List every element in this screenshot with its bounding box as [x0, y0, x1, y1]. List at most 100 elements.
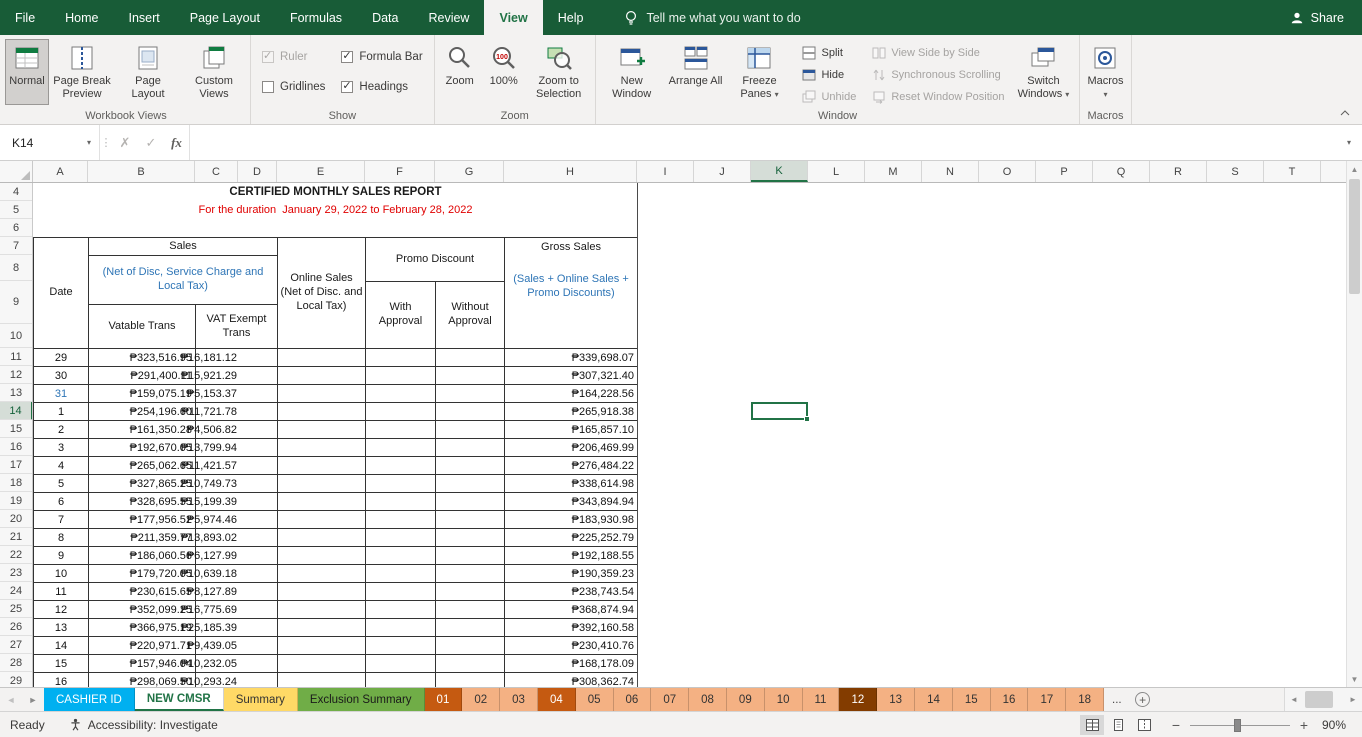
row-header-29[interactable]: 29 — [0, 672, 32, 687]
share-button[interactable]: Share — [1272, 0, 1362, 35]
sheet-tab-02[interactable]: 02 — [462, 688, 501, 711]
cell-vat-exempt[interactable]: ₱11,721.78 — [182, 403, 278, 421]
zoom-button[interactable]: Zoom — [438, 39, 482, 105]
active-cell-selection[interactable] — [751, 402, 810, 422]
row-header-24[interactable]: 24 — [0, 582, 32, 600]
cell-promo-with[interactable] — [366, 673, 436, 687]
row-header-26[interactable]: 26 — [0, 618, 32, 636]
cell-gross[interactable]: ₱183,930.98 — [505, 511, 638, 529]
column-header-O[interactable]: O — [979, 161, 1036, 182]
cell-promo-with[interactable] — [366, 457, 436, 475]
normal-view-button[interactable]: Normal — [5, 39, 49, 105]
cell-online-sales[interactable] — [278, 457, 366, 475]
header-vat-exempt-trans[interactable]: VAT Exempt Trans — [196, 305, 278, 349]
cell-promo-with[interactable] — [366, 529, 436, 547]
sheet-nav-next-icon[interactable]: ► — [22, 688, 44, 711]
cell-promo-without[interactable] — [436, 403, 505, 421]
fill-handle[interactable] — [804, 416, 810, 422]
sheet-tab-cashier-id[interactable]: CASHIER ID — [44, 688, 135, 711]
cell-gross[interactable]: ₱368,874.94 — [505, 601, 638, 619]
name-box[interactable]: K14 ▾ — [0, 125, 100, 160]
sheet-tab-new-cmsr[interactable]: NEW CMSR — [134, 688, 224, 711]
sheet-tab-03[interactable]: 03 — [500, 688, 538, 711]
cell-online-sales[interactable] — [278, 439, 366, 457]
cell-promo-without[interactable] — [436, 385, 505, 403]
cell-online-sales[interactable] — [278, 637, 366, 655]
formula-bar-expand-icon[interactable]: ▾ — [1336, 125, 1362, 160]
cell-online-sales[interactable] — [278, 349, 366, 367]
cell-gross[interactable]: ₱392,160.58 — [505, 619, 638, 637]
row-header-11[interactable]: 11 — [0, 348, 32, 366]
header-gross-sales[interactable]: Gross Sales (Sales + Online Sales + Prom… — [505, 238, 638, 349]
zoom-out-button[interactable]: − — [1170, 717, 1182, 733]
scroll-left-icon[interactable]: ◄ — [1285, 688, 1303, 711]
cell-promo-with[interactable] — [366, 547, 436, 565]
cell-online-sales[interactable] — [278, 529, 366, 547]
sheet-tab-15[interactable]: 15 — [952, 688, 991, 711]
cell-promo-with[interactable] — [366, 655, 436, 673]
split-button[interactable]: Split — [798, 43, 860, 62]
sheet-tab-04[interactable]: 04 — [537, 688, 576, 711]
cancel-button[interactable]: ✗ — [112, 125, 138, 160]
sheet-tab-18[interactable]: 18 — [1066, 688, 1105, 711]
zoom-100-button[interactable]: 100 100% — [482, 39, 526, 105]
cell-promo-with[interactable] — [366, 583, 436, 601]
column-header-I[interactable]: I — [637, 161, 694, 182]
cell-date[interactable]: 15 — [34, 655, 89, 673]
cell-vat-exempt[interactable]: ₱10,293.24 — [181, 673, 278, 687]
sheet-tab-11[interactable]: 11 — [802, 688, 840, 711]
page-break-preview-button[interactable]: Page Break Preview — [49, 39, 115, 105]
cell-promo-without[interactable] — [436, 565, 505, 583]
cell-date[interactable]: 2 — [34, 421, 89, 439]
cell-gross[interactable]: ₱225,252.79 — [505, 529, 638, 547]
ribbon-tab-help[interactable]: Help — [543, 0, 599, 35]
vertical-scroll-thumb[interactable] — [1349, 179, 1360, 294]
formula-input[interactable] — [190, 125, 1336, 160]
cell-date[interactable]: 1 — [34, 403, 89, 421]
cell-vat-exempt[interactable]: ₱10,639.18 — [181, 565, 278, 583]
sheet-tab-13[interactable]: 13 — [877, 688, 916, 711]
report-title[interactable]: CERTIFIED MONTHLY SALES REPORT — [33, 183, 638, 201]
view-side-by-side-button[interactable]: View Side by Side — [868, 43, 1008, 62]
insert-function-button[interactable]: fx — [164, 125, 190, 160]
cell-vatable[interactable]: ₱186,060.56 — [89, 547, 196, 565]
row-header-17[interactable]: 17 — [0, 456, 32, 474]
row-header-10[interactable]: 10 — [0, 324, 32, 348]
cell-vat-exempt[interactable]: ₱9,439.05 — [187, 637, 278, 655]
name-box-caret-icon[interactable]: ▾ — [87, 138, 99, 147]
column-header-H[interactable]: H — [504, 161, 637, 182]
cell-promo-without[interactable] — [436, 493, 505, 511]
cell-promo-with[interactable] — [366, 637, 436, 655]
cell-gross[interactable]: ₱168,178.09 — [505, 655, 638, 673]
scroll-down-icon[interactable]: ▼ — [1347, 671, 1362, 687]
new-sheet-button[interactable]: + — [1130, 688, 1156, 711]
row-header-8[interactable]: 8 — [0, 255, 32, 281]
page-break-view-toggle[interactable] — [1132, 715, 1156, 735]
header-sales-note[interactable]: (Net of Disc, Service Charge and Local T… — [89, 256, 278, 305]
cell-promo-with[interactable] — [366, 439, 436, 457]
select-all-corner[interactable] — [0, 161, 33, 182]
cell-promo-with[interactable] — [366, 511, 436, 529]
unhide-button[interactable]: Unhide — [798, 88, 860, 107]
cell-promo-without[interactable] — [436, 673, 505, 687]
new-window-button[interactable]: New Window — [599, 39, 665, 105]
cell-online-sales[interactable] — [278, 403, 366, 421]
macros-button[interactable]: Macros ▾ — [1083, 39, 1127, 105]
header-date[interactable]: Date — [34, 238, 89, 349]
cell-gross[interactable]: ₱164,228.56 — [505, 385, 638, 403]
scroll-up-icon[interactable]: ▲ — [1347, 161, 1362, 177]
cell-gross[interactable]: ₱238,743.54 — [505, 583, 638, 601]
cell-online-sales[interactable] — [278, 673, 366, 687]
cell-gross[interactable]: ₱190,359.23 — [505, 565, 638, 583]
cell-online-sales[interactable] — [278, 493, 366, 511]
row-header-5[interactable]: 5 — [0, 201, 32, 219]
cell-vatable[interactable]: ₱220,971.71 — [89, 637, 196, 655]
row-header-23[interactable]: 23 — [0, 564, 32, 582]
cell-vatable[interactable]: ₱230,615.65 — [89, 583, 196, 601]
normal-view-toggle[interactable] — [1080, 714, 1104, 735]
ribbon-tab-insert[interactable]: Insert — [114, 0, 175, 35]
cell-gross[interactable]: ₱192,188.55 — [505, 547, 638, 565]
cell-vat-exempt[interactable]: ₱5,153.37 — [187, 385, 278, 403]
column-header-F[interactable]: F — [365, 161, 435, 182]
cell-online-sales[interactable] — [278, 421, 366, 439]
